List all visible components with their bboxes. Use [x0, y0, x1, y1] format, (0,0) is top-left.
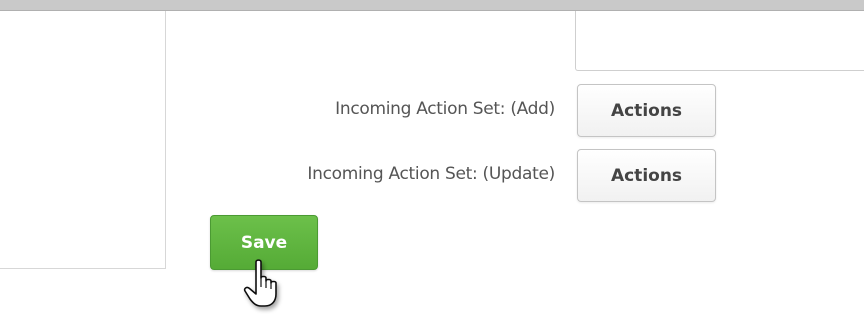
incoming-action-set-add-label: Incoming Action Set: (Add) — [335, 99, 555, 119]
incoming-action-set-update-label: Incoming Action Set: (Update) — [307, 164, 555, 184]
incoming-action-set-add-actions-button[interactable]: Actions — [577, 84, 716, 137]
incoming-action-set-update-actions-button[interactable]: Actions — [577, 149, 716, 202]
left-panel — [0, 11, 166, 269]
top-divider — [0, 0, 864, 11]
description-textarea[interactable] — [575, 11, 864, 71]
save-button[interactable]: Save — [210, 215, 318, 270]
